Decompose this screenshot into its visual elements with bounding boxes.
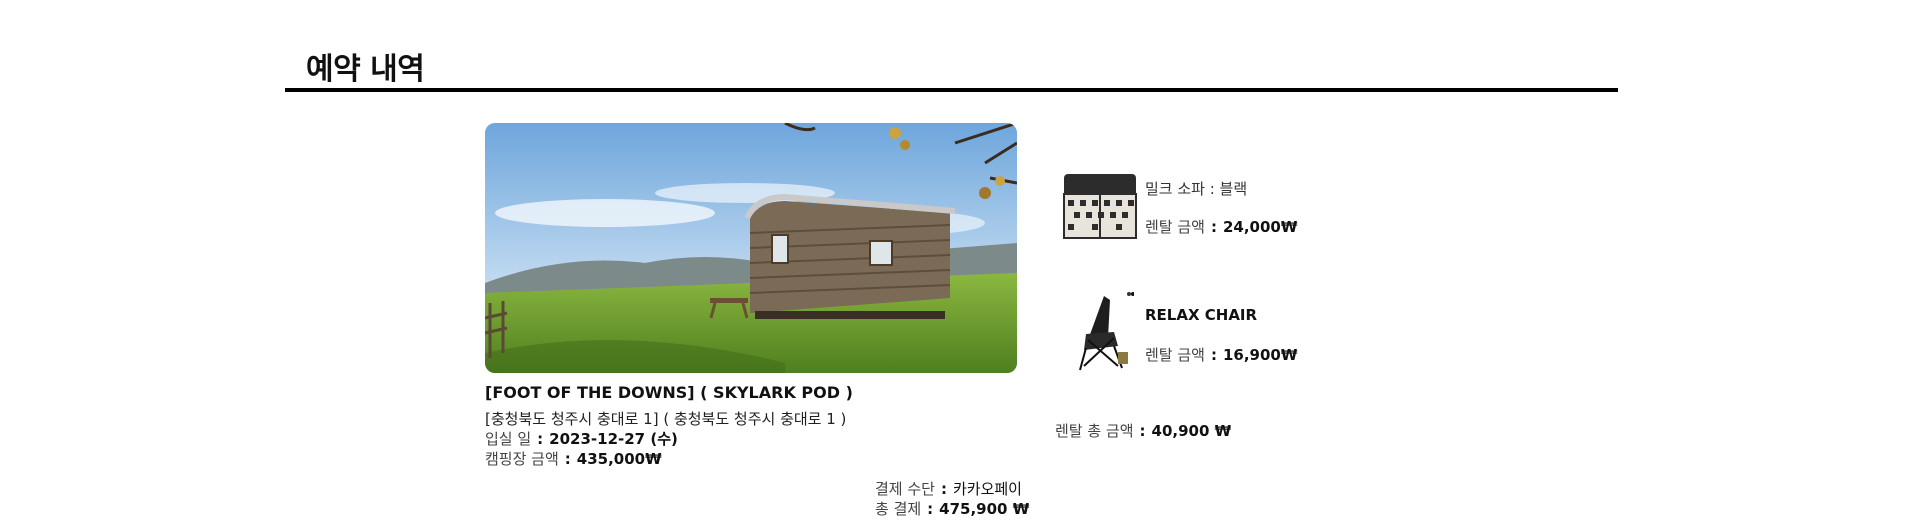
campsite-address: [충청북도 청주시 충대로 1] ( 충청북도 청주시 충대로 1 ) xyxy=(485,410,847,428)
total-payment-value: 475,900 ₩ xyxy=(939,500,1030,518)
campsite-price: 캠핑장 금액:435,000₩ xyxy=(485,448,662,469)
campsite-price-value: 435,000₩ xyxy=(576,450,662,468)
rental-price-value: 24,000₩ xyxy=(1222,218,1298,236)
title-divider xyxy=(285,88,1618,92)
separator: : xyxy=(1210,346,1217,364)
rental-total-value: 40,900 ₩ xyxy=(1151,422,1232,440)
relax-chair-image xyxy=(1074,290,1134,372)
rental-price-value: 16,900₩ xyxy=(1222,346,1298,364)
campsite-name: [FOOT OF THE DOWNS] ( SKYLARK POD ) xyxy=(485,383,853,402)
rental-item-name: RELAX CHAIR xyxy=(1145,306,1258,324)
campsite-photo xyxy=(485,123,1017,373)
payment-method-value: 카카오페이 xyxy=(952,480,1022,498)
total-payment: 총 결제:475,900 ₩ xyxy=(875,498,1029,519)
separator: : xyxy=(927,500,934,518)
separator: : xyxy=(1210,218,1217,236)
separator: : xyxy=(564,450,571,468)
rental-price-label: 렌탈 금액 xyxy=(1145,346,1205,364)
checkin-label: 입실 일 xyxy=(485,430,532,448)
page-title: 예약 내역 xyxy=(306,52,425,87)
separator: : xyxy=(1139,422,1146,440)
checkin-value: 2023-12-27 (수) xyxy=(549,430,678,448)
rental-total: 렌탈 총 금액:40,900 ₩ xyxy=(1055,420,1231,441)
payment-method-label: 결제 수단 xyxy=(875,480,935,498)
campsite-price-label: 캠핑장 금액 xyxy=(485,450,559,468)
milk-crate-sofa-image xyxy=(1058,170,1141,242)
rental-price-label: 렌탈 금액 xyxy=(1145,218,1205,236)
total-payment-label: 총 결제 xyxy=(875,500,922,518)
payment-method: 결제 수단: 카카오페이 xyxy=(875,478,1022,499)
checkin-date: 입실 일:2023-12-27 (수) xyxy=(485,428,678,449)
rental-item-price: 렌탈 금액:24,000₩ xyxy=(1145,216,1297,237)
rental-item-name: 밀크 소파 : 블랙 xyxy=(1145,180,1248,198)
separator: : xyxy=(940,480,947,498)
separator: : xyxy=(537,430,544,448)
rental-item-price: 렌탈 금액:16,900₩ xyxy=(1145,344,1297,365)
rental-total-label: 렌탈 총 금액 xyxy=(1055,422,1134,440)
